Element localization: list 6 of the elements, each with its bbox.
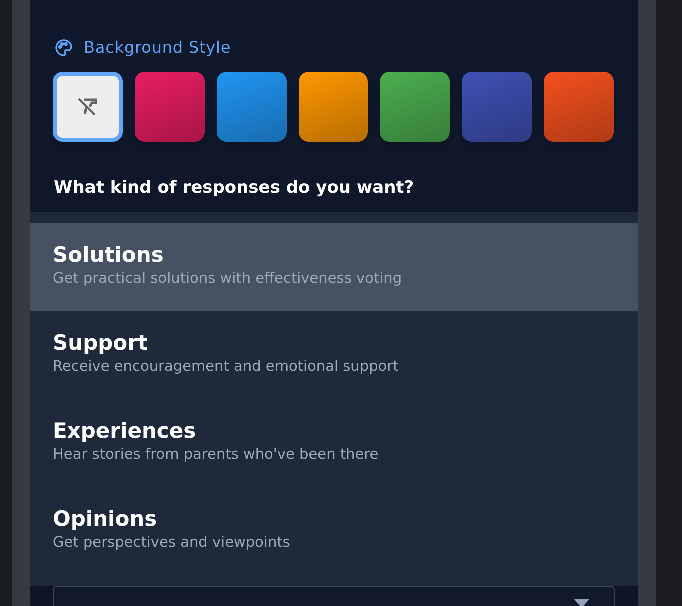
menu-option[interactable]: Solutions Get practical solutions with effectiveness voting [30,223,638,311]
menu-option[interactable]: Experiences Hear stories from parents who've been there [30,399,638,487]
menu-option[interactable]: Opinions Get perspectives and viewpoints [30,487,638,575]
section-label: Background Style [84,37,232,59]
question-label: What kind of responses do you want? [54,177,416,200]
menu-option[interactable]: Support Receive encouragement and emotional support [30,311,638,399]
